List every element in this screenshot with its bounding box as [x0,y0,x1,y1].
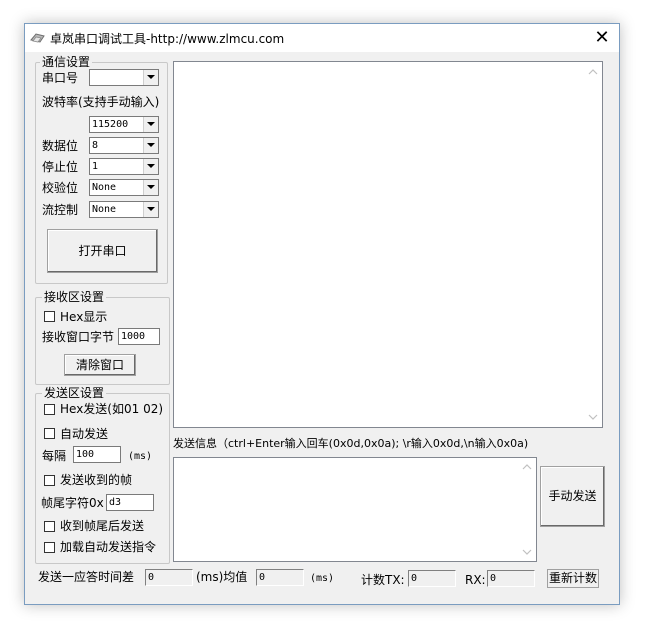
tail-char-field[interactable]: d3 [106,494,154,511]
baud-label: 波特率(支持手动输入) [42,95,160,109]
baud-select-value: 115200 [92,119,129,130]
auto-send-checkbox[interactable] [44,428,55,439]
scroll-down-icon[interactable] [588,413,598,421]
send-after-tail-checkbox[interactable] [44,521,55,532]
load-auto-cmd-label: 加载自动发送指令 [60,540,157,554]
chevron-down-icon[interactable] [143,159,158,174]
stopbits-select[interactable]: 1 [89,158,159,175]
send-textarea[interactable] [173,457,537,562]
interval-field[interactable]: 100 [73,446,121,463]
flow-select-value: None [92,204,117,215]
baud-select[interactable]: 115200 [89,116,159,133]
hex-display-label: Hex显示 [60,310,108,324]
app-window: 卓岚串口调试工具-http://www.zlmcu.com ✕ 通信设置 串口号… [24,23,620,605]
manual-send-button[interactable]: 手动发送 [540,466,605,527]
open-port-button[interactable]: 打开串口 [47,229,158,273]
title-bar: 卓岚串口调试工具-http://www.zlmcu.com ✕ [25,24,619,52]
serial-tool-icon [30,30,46,46]
rx-count-label: RX: [465,573,486,587]
window-title: 卓岚串口调试工具-http://www.zlmcu.com [50,32,285,46]
databits-select-value: 8 [92,140,99,151]
send-scrollbar[interactable] [519,458,536,561]
window-bytes-value: 1000 [121,331,146,342]
port-select[interactable] [89,69,159,86]
chevron-down-icon[interactable] [143,202,158,217]
interval-value: 100 [76,449,95,460]
hex-display-checkbox[interactable] [44,311,55,322]
auto-send-label: 自动发送 [60,427,109,441]
send-info-label: 发送信息（ctrl+Enter输入回车(0x0d,0x0a); \r输入0x0d… [173,437,529,450]
send-on-frame-label: 发送收到的帧 [60,473,133,487]
tx-count-label: 计数TX: [361,573,405,587]
stopbits-label: 停止位 [42,160,79,174]
databits-select[interactable]: 8 [89,137,159,154]
parity-label: 校验位 [42,181,79,195]
chevron-down-icon[interactable] [143,70,158,85]
ms-average-label: (ms)均值 [196,570,248,584]
average-field: 0 [256,569,304,586]
tail-char-label: 帧尾字符0x [41,496,104,510]
interval-unit: (ms) [128,451,153,462]
tx-count-field: 0 [408,570,456,587]
load-auto-cmd-checkbox[interactable] [44,542,55,553]
tail-char-value: d3 [109,497,122,508]
scroll-up-icon[interactable] [588,68,598,76]
stopbits-select-value: 1 [92,161,99,172]
receive-textarea[interactable] [173,61,603,428]
scroll-up-icon[interactable] [522,463,532,471]
receive-scrollbar[interactable] [585,62,602,427]
send-after-tail-label: 收到帧尾后发送 [60,519,145,533]
tx-count-value: 0 [411,573,418,584]
chevron-down-icon[interactable] [143,138,158,153]
hex-send-label: Hex发送(如01 02) [60,402,164,416]
response-time-field: 0 [145,569,193,586]
chevron-down-icon[interactable] [143,117,158,132]
scroll-down-icon[interactable] [522,548,532,556]
average-value: 0 [259,572,266,583]
parity-select[interactable]: None [89,179,159,196]
rx-count-value: 0 [490,573,497,584]
hex-send-checkbox[interactable] [44,404,55,415]
close-icon[interactable]: ✕ [585,24,619,52]
response-time-value: 0 [148,572,155,583]
chevron-down-icon[interactable] [143,180,158,195]
interval-label: 每隔 [42,449,67,463]
databits-label: 数据位 [42,139,79,153]
clear-window-button[interactable]: 清除窗口 [64,354,136,376]
parity-select-value: None [92,182,117,193]
port-label: 串口号 [42,71,79,85]
send-settings-legend: 发送区设置 [42,386,107,400]
window-bytes-label: 接收窗口字节 [42,330,115,344]
send-on-frame-checkbox[interactable] [44,475,55,486]
receive-settings-legend: 接收区设置 [42,290,107,304]
reset-count-button[interactable]: 重新计数 [547,569,599,588]
window-bytes-field[interactable]: 1000 [118,328,160,345]
comm-settings-legend: 通信设置 [40,55,93,69]
response-time-label: 发送一应答时间差 [38,570,135,584]
rx-count-field: 0 [487,570,535,587]
flow-select[interactable]: None [89,201,159,218]
flow-label: 流控制 [42,203,79,217]
ms-label: (ms) [310,573,335,584]
